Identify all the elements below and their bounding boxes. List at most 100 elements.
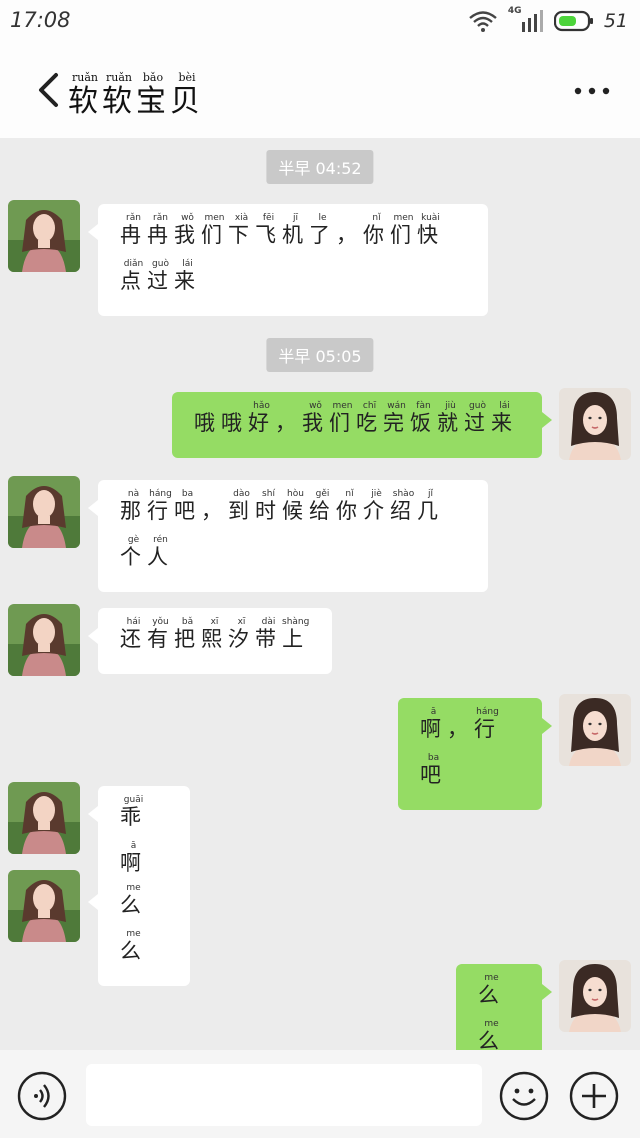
- ruby-char: 们men: [390, 213, 417, 247]
- char: 快: [417, 223, 444, 247]
- pinyin: bèi: [170, 71, 204, 84]
- ruby-char: 软ruǎn: [102, 71, 136, 119]
- char: 那: [120, 499, 147, 523]
- ruby-char: 介jiè: [363, 489, 390, 523]
- outgoing-message-bubble[interactable]: 哦哦好hǎo，我wǒ们men吃chī完wán饭fàn就jiù过guò来lái: [172, 392, 552, 459]
- ruby-char: 完wán: [383, 401, 410, 435]
- pinyin: hái: [120, 617, 147, 627]
- char: ，: [336, 223, 363, 247]
- status-bar: 17:08 4G 51: [0, 0, 640, 44]
- incoming-message-bubble[interactable]: 还hái有yǒu把bǎ熙xī汐xī带dài上shàng: [88, 608, 332, 675]
- char: 吃: [356, 411, 383, 435]
- message-input[interactable]: [86, 1064, 482, 1126]
- ruby-char: 冉rǎn: [147, 213, 174, 247]
- pinyin: háng: [474, 707, 501, 717]
- incoming-message-bubble[interactable]: 么me么me: [88, 874, 190, 987]
- char: 么: [478, 983, 505, 1007]
- char: ，: [275, 411, 302, 435]
- pinyin: me: [478, 973, 505, 983]
- char: 过: [464, 411, 491, 435]
- my-avatar[interactable]: [559, 960, 631, 1032]
- pinyin: men: [390, 213, 417, 223]
- outgoing-message-bubble[interactable]: 啊ā，行háng 吧ba: [398, 698, 552, 811]
- pinyin: jiè: [363, 489, 390, 499]
- contact-avatar[interactable]: [8, 870, 80, 942]
- char: 上: [282, 627, 310, 651]
- pinyin: le: [309, 213, 336, 223]
- ruby-char: 行háng: [147, 489, 174, 523]
- contact-avatar[interactable]: [8, 782, 80, 854]
- chat-area[interactable]: 半早 04:52 冉rǎn冉rǎn我wǒ们men下xià飞fēi机jī了le，你n…: [0, 138, 640, 1077]
- status-time: 17:08: [10, 8, 71, 32]
- my-avatar[interactable]: [559, 388, 631, 460]
- char: 个: [120, 545, 147, 570]
- char: 宝: [136, 84, 170, 119]
- char: 我: [302, 411, 329, 435]
- ruby-char: 几jǐ: [417, 489, 444, 523]
- more-dots-icon[interactable]: [574, 84, 610, 98]
- incoming-message-bubble[interactable]: 那nà行háng吧ba，到dào时shí候hòu给gěi你nǐ介jiè绍shào…: [88, 480, 488, 593]
- ruby-char: 们men: [329, 401, 356, 435]
- pinyin: lái: [174, 259, 201, 270]
- my-avatar[interactable]: [559, 694, 631, 766]
- ruby-char: 候hòu: [282, 489, 309, 523]
- ruby-char: 下xià: [228, 213, 255, 247]
- pinyin: bǎo: [136, 71, 170, 84]
- ruby-char: 汐xī: [228, 617, 255, 651]
- pinyin: guò: [464, 401, 491, 411]
- char: 你: [336, 499, 363, 523]
- voice-icon[interactable]: [16, 1070, 68, 1122]
- char: 饭: [410, 411, 437, 435]
- pinyin: ba: [420, 753, 447, 764]
- char: 熙: [201, 627, 228, 651]
- emoji-icon[interactable]: [498, 1070, 550, 1122]
- contact-avatar[interactable]: [8, 604, 80, 676]
- network-type: 4G: [507, 6, 522, 16]
- ruby-char: 你nǐ: [336, 489, 363, 523]
- pinyin: me: [120, 883, 147, 893]
- ruby-char: 你nǐ: [363, 213, 390, 247]
- plus-icon[interactable]: [568, 1070, 620, 1122]
- pinyin: lái: [491, 401, 518, 411]
- chat-header: 软ruǎn软ruǎn宝bǎo贝bèi: [0, 44, 640, 138]
- pinyin: men: [329, 401, 356, 411]
- char: 完: [383, 411, 410, 435]
- char: 啊: [420, 717, 447, 741]
- contact-avatar[interactable]: [8, 476, 80, 548]
- char: 们: [390, 223, 417, 247]
- incoming-message-bubble[interactable]: 冉rǎn冉rǎn我wǒ们men下xià飞fēi机jī了le，你nǐ们men快ku…: [88, 204, 488, 317]
- char: 来: [174, 269, 201, 294]
- char: 好: [248, 411, 275, 435]
- pinyin: shào: [390, 489, 417, 499]
- char: 过: [147, 269, 174, 294]
- contact-avatar[interactable]: [8, 200, 80, 272]
- ruby-char: 好hǎo: [248, 401, 275, 435]
- pinyin: men: [201, 213, 228, 223]
- ruby-char: 啊ā: [120, 841, 147, 875]
- ruby-char: 就jiù: [437, 401, 464, 435]
- chevron-left-icon[interactable]: [36, 72, 60, 108]
- char: 候: [282, 499, 309, 523]
- char: 飞: [255, 223, 282, 247]
- ruby-char: 饭fàn: [410, 401, 437, 435]
- ruby-char: 过guò: [147, 259, 174, 294]
- ruby-char: 我wǒ: [174, 213, 201, 247]
- ruby-char: 绍shào: [390, 489, 417, 523]
- pinyin: gěi: [309, 489, 336, 499]
- status-icons: 4G 51: [468, 6, 628, 34]
- char: 吧: [174, 499, 201, 523]
- char: 汐: [228, 627, 255, 651]
- pinyin: yǒu: [147, 617, 174, 627]
- ruby-char: 们men: [201, 213, 228, 247]
- pinyin: guò: [147, 259, 174, 270]
- pinyin: ruǎn: [102, 71, 136, 84]
- ruby-char: 个gè: [120, 535, 147, 570]
- pinyin: nǐ: [336, 489, 363, 499]
- input-bar: [0, 1050, 640, 1138]
- pinyin: guāi: [120, 795, 147, 805]
- char: 哦: [194, 411, 221, 435]
- ruby-char: 来lái: [491, 401, 518, 435]
- ruby-char: 么me: [120, 929, 147, 963]
- ruby-char: 人rén: [147, 535, 174, 569]
- battery-icon: [553, 10, 593, 32]
